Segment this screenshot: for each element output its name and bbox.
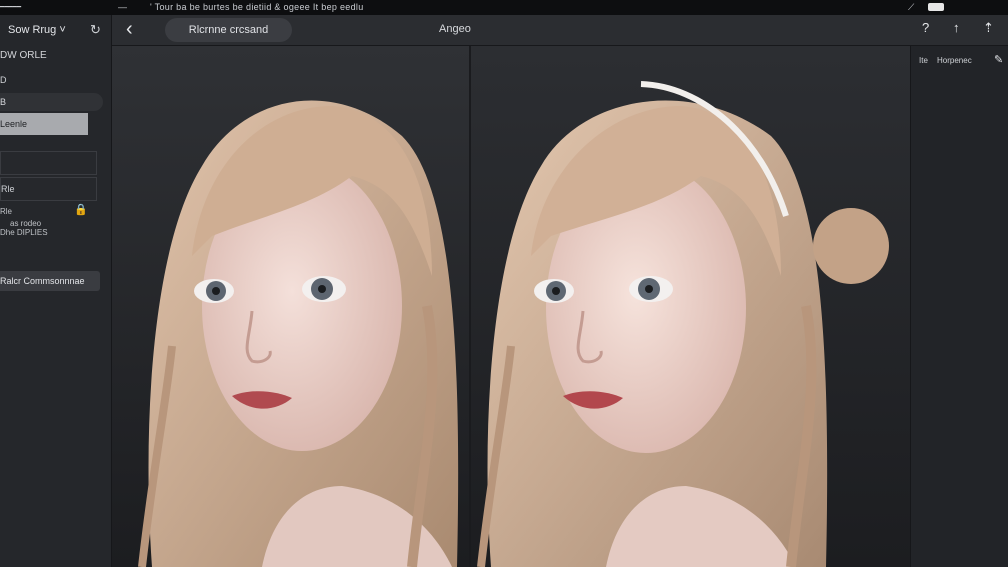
sidebar-item-2[interactable]: B <box>0 93 103 111</box>
portrait-image-left <box>112 46 469 567</box>
portrait-image-right <box>471 46 910 567</box>
upload-icon[interactable]: ⇡ <box>983 20 994 36</box>
edit-icon[interactable]: ✎ <box>994 53 1003 66</box>
sidebar-input-2[interactable]: Rle <box>0 177 97 201</box>
sidebar-selected-item[interactable]: Leenle <box>0 113 88 135</box>
top-system-bar: ━━━━━ — ' Tour ba be burtes be dietiid &… <box>0 0 1008 15</box>
image-panel-right[interactable] <box>471 46 910 567</box>
refresh-icon[interactable]: ↻ <box>90 22 101 38</box>
sidebar-title[interactable]: Sow Rrug ˅ <box>8 24 66 36</box>
properties-value[interactable]: Horpenec <box>937 56 972 65</box>
sidebar-caption-1: as rodeo <box>10 219 42 228</box>
top-bar-indicator-icon: ⟋ <box>908 2 915 12</box>
sidebar-item-1[interactable]: D <box>0 75 7 85</box>
left-sidebar: Sow Rrug ˅ ↻ DW ORLE D B Leenle Rle Rle … <box>0 15 112 567</box>
back-icon[interactable]: ‹ <box>126 18 133 41</box>
lock-icon[interactable]: 🔒 <box>74 203 88 216</box>
image-panel-left[interactable] <box>112 46 469 567</box>
properties-label: Ite <box>919 56 928 65</box>
right-properties-panel: Ite Horpenec ✎ <box>910 46 1008 567</box>
battery-icon <box>928 3 944 11</box>
sidebar-input-1[interactable] <box>0 151 97 175</box>
top-bar-tiny-label: ━━━━━ <box>0 4 22 11</box>
top-toolbar: ‹ Rlcrnne crcsand Angeo ? ↑ ⇡ <box>112 15 1008 46</box>
sidebar-caption-2: Dhe DIPLIES <box>0 228 48 237</box>
canvas-title: Angeo <box>439 23 471 35</box>
top-bar-dash: — <box>118 2 127 12</box>
top-bar-caption: ' Tour ba be burtes be dietiid & ogeee I… <box>150 2 364 12</box>
sidebar-action-button[interactable]: Ralcr Commsonnnae <box>0 271 100 291</box>
sidebar-header: Sow Rrug ˅ ↻ <box>0 21 111 41</box>
sidebar-section-label: DW ORLE <box>0 50 47 61</box>
sidebar-field-label: Rle <box>0 207 13 216</box>
mode-button[interactable]: Rlcrnne crcsand <box>165 18 292 42</box>
help-icon[interactable]: ? <box>922 20 929 35</box>
arrow-up-icon[interactable]: ↑ <box>953 20 960 35</box>
